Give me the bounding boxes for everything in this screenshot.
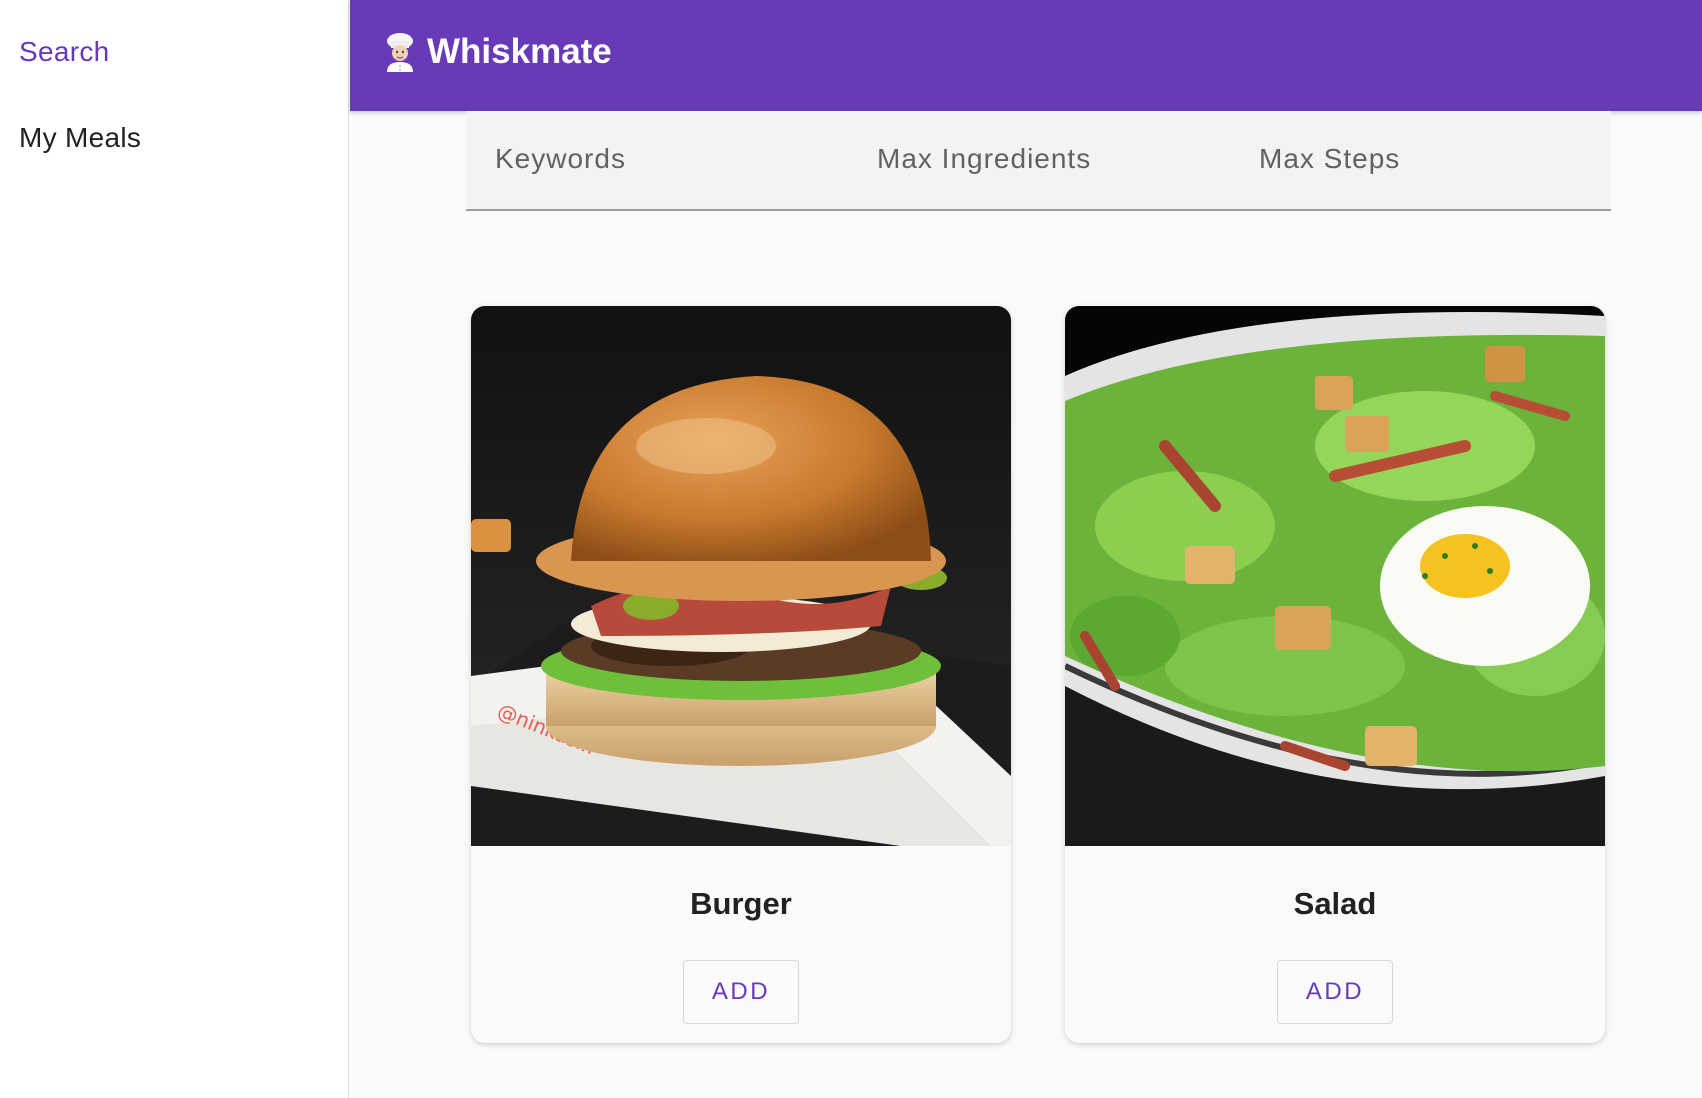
- burger-photo: @ninkasifr: [471, 306, 1011, 846]
- salad-photo: [1065, 306, 1605, 846]
- max-ingredients-field[interactable]: Max Ingredients: [877, 143, 1091, 175]
- max-steps-field[interactable]: Max Steps: [1259, 143, 1400, 175]
- sidebar-item-my-meals[interactable]: My Meals: [19, 122, 141, 154]
- meal-card-salad: Salad ADD: [1065, 306, 1605, 1043]
- add-salad-button[interactable]: ADD: [1277, 960, 1393, 1024]
- app-bar: Whiskmate: [350, 0, 1702, 111]
- add-burger-button[interactable]: ADD: [683, 960, 799, 1024]
- meal-name: Salad: [1293, 886, 1377, 921]
- brand: Whiskmate: [381, 32, 612, 72]
- search-filters: Keywords Max Ingredients Max Steps: [466, 111, 1611, 211]
- sidebar: Search My Meals: [0, 0, 349, 1098]
- meal-name: Burger: [690, 886, 792, 921]
- chef-emoji-icon: [387, 33, 413, 72]
- meal-card-burger: @ninkasifr Burger ADD: [471, 306, 1011, 1043]
- sidebar-item-search[interactable]: Search: [19, 36, 110, 68]
- keywords-field[interactable]: Keywords: [495, 143, 626, 175]
- app-title: Whiskmate: [427, 32, 612, 71]
